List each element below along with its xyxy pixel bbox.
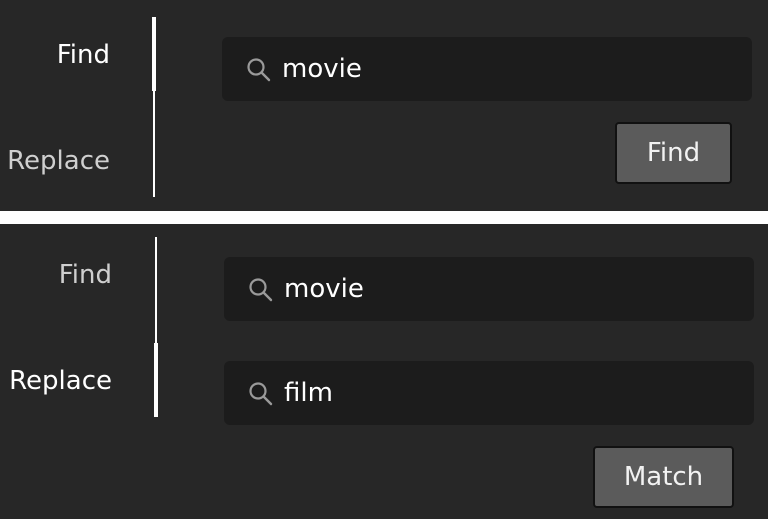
- tab-replace[interactable]: Replace: [0, 366, 112, 396]
- search-icon: [249, 278, 273, 302]
- replace-input[interactable]: [284, 361, 744, 425]
- active-tab-indicator: [152, 17, 156, 91]
- find-input[interactable]: [282, 37, 742, 101]
- tab-replace[interactable]: Replace: [0, 146, 110, 176]
- find-field[interactable]: [224, 257, 754, 321]
- tab-rail: [155, 237, 157, 343]
- tab-find[interactable]: Find: [20, 260, 112, 290]
- active-tab-indicator: [154, 343, 158, 417]
- find-replace-panel-replace-mode: Find Replace Match: [0, 224, 768, 519]
- find-input[interactable]: [284, 257, 744, 321]
- tab-rail: [153, 91, 155, 197]
- find-field[interactable]: [222, 37, 752, 101]
- search-icon: [247, 58, 271, 82]
- tab-find[interactable]: Find: [20, 40, 110, 70]
- match-button[interactable]: Match: [593, 446, 734, 508]
- search-icon: [249, 382, 273, 406]
- find-replace-panel-find-mode: Find Replace Find: [0, 0, 768, 211]
- replace-field[interactable]: [224, 361, 754, 425]
- find-button[interactable]: Find: [615, 122, 732, 184]
